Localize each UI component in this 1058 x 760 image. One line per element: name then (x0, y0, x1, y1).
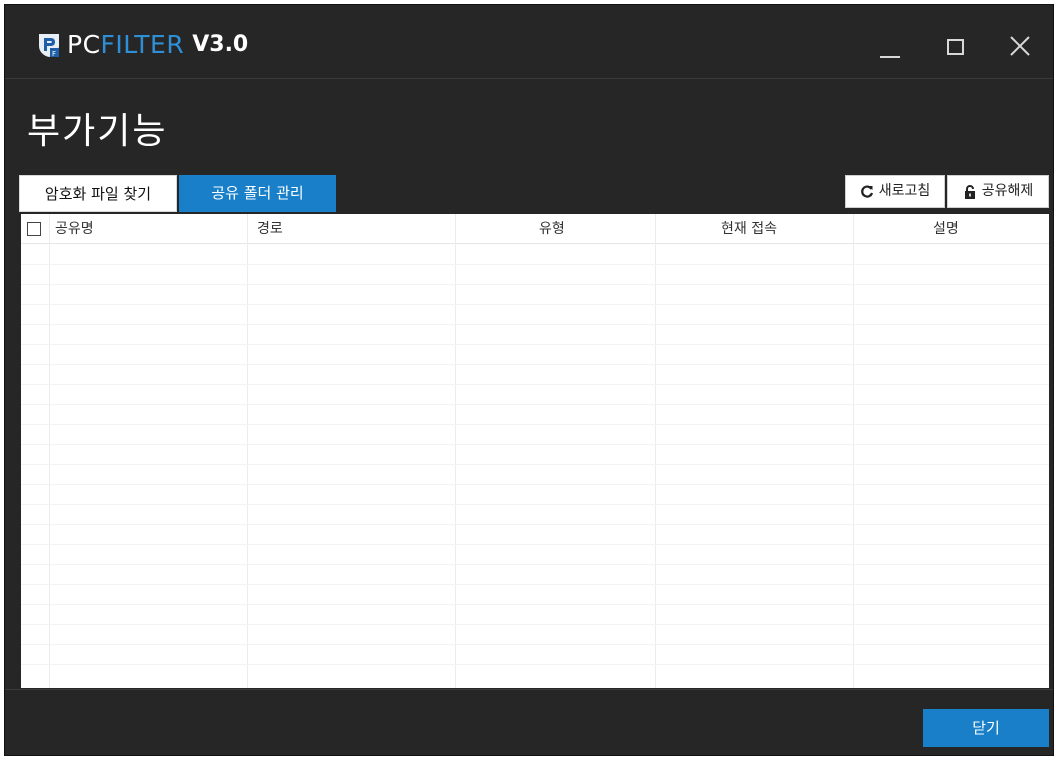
footer-divider (5, 689, 1053, 690)
empty-row-line (21, 304, 1049, 305)
column-header-share-name[interactable]: 공유명 (55, 214, 94, 244)
app-version: V3.0 (192, 32, 249, 57)
logo-text-filter: FILTER (100, 30, 185, 59)
empty-row-line (21, 284, 1049, 285)
minimize-icon (880, 56, 900, 58)
close-window-button[interactable] (1005, 31, 1035, 61)
tab-shared-folder-management[interactable]: 공유 폴더 관리 (179, 175, 336, 212)
empty-row-line (21, 464, 1049, 465)
empty-row-line (21, 604, 1049, 605)
unshare-button[interactable]: 공유해제 (947, 175, 1049, 208)
close-button[interactable]: 닫기 (923, 709, 1049, 747)
empty-row-line (21, 624, 1049, 625)
column-divider (853, 214, 854, 688)
app-logo: F PC FILTER V3.0 (37, 31, 248, 59)
close-icon (1010, 36, 1030, 56)
empty-row-line (21, 344, 1049, 345)
column-divider (247, 214, 248, 688)
empty-row-line (21, 364, 1049, 365)
empty-row-line (21, 484, 1049, 485)
page-title: 부가기능 (27, 111, 168, 152)
maximize-button[interactable] (941, 31, 971, 61)
unlock-icon (964, 184, 975, 199)
column-header-type[interactable]: 유형 (539, 214, 565, 244)
empty-row-line (21, 524, 1049, 525)
shared-folder-table[interactable]: 공유명 경로 유형 현재 접속 설명 (21, 214, 1049, 688)
app-window: F PCFILTER V3.0 부가기능 암호화 파일 찾기 공유 폴더 관리 (4, 4, 1054, 756)
table-header: 공유명 경로 유형 현재 접속 설명 (21, 214, 1049, 244)
column-header-current-connections[interactable]: 현재 접속 (721, 214, 777, 244)
minimize-button[interactable] (875, 31, 905, 61)
empty-row-line (21, 644, 1049, 645)
empty-row-line (21, 424, 1049, 425)
empty-row-line (21, 504, 1049, 505)
svg-text:F: F (52, 50, 56, 58)
unshare-label: 공유해제 (981, 183, 1034, 199)
empty-row-line (21, 384, 1049, 385)
logo-text-pc: PC (67, 30, 101, 59)
empty-row-line (21, 564, 1049, 565)
maximize-icon (947, 39, 964, 55)
refresh-button[interactable]: 새로고침 (845, 175, 945, 208)
select-all-checkbox[interactable] (27, 222, 41, 236)
refresh-icon (860, 184, 873, 198)
column-header-description[interactable]: 설명 (933, 214, 959, 244)
tab-encrypted-file-search[interactable]: 암호화 파일 찾기 (19, 175, 177, 212)
refresh-label: 새로고침 (878, 183, 931, 199)
empty-row-line (21, 544, 1049, 545)
column-divider (655, 214, 656, 688)
column-divider (49, 214, 50, 688)
empty-row-line (21, 444, 1049, 445)
empty-row-line (21, 324, 1049, 325)
empty-row-line (21, 264, 1049, 265)
empty-row-line (21, 404, 1049, 405)
empty-row-line (21, 664, 1049, 665)
empty-row-line (21, 584, 1049, 585)
title-bar[interactable]: F PC FILTER V3.0 (5, 5, 1053, 79)
column-divider (455, 214, 456, 688)
shield-logo-icon: F (39, 34, 59, 58)
column-header-path[interactable]: 경로 (257, 214, 283, 244)
